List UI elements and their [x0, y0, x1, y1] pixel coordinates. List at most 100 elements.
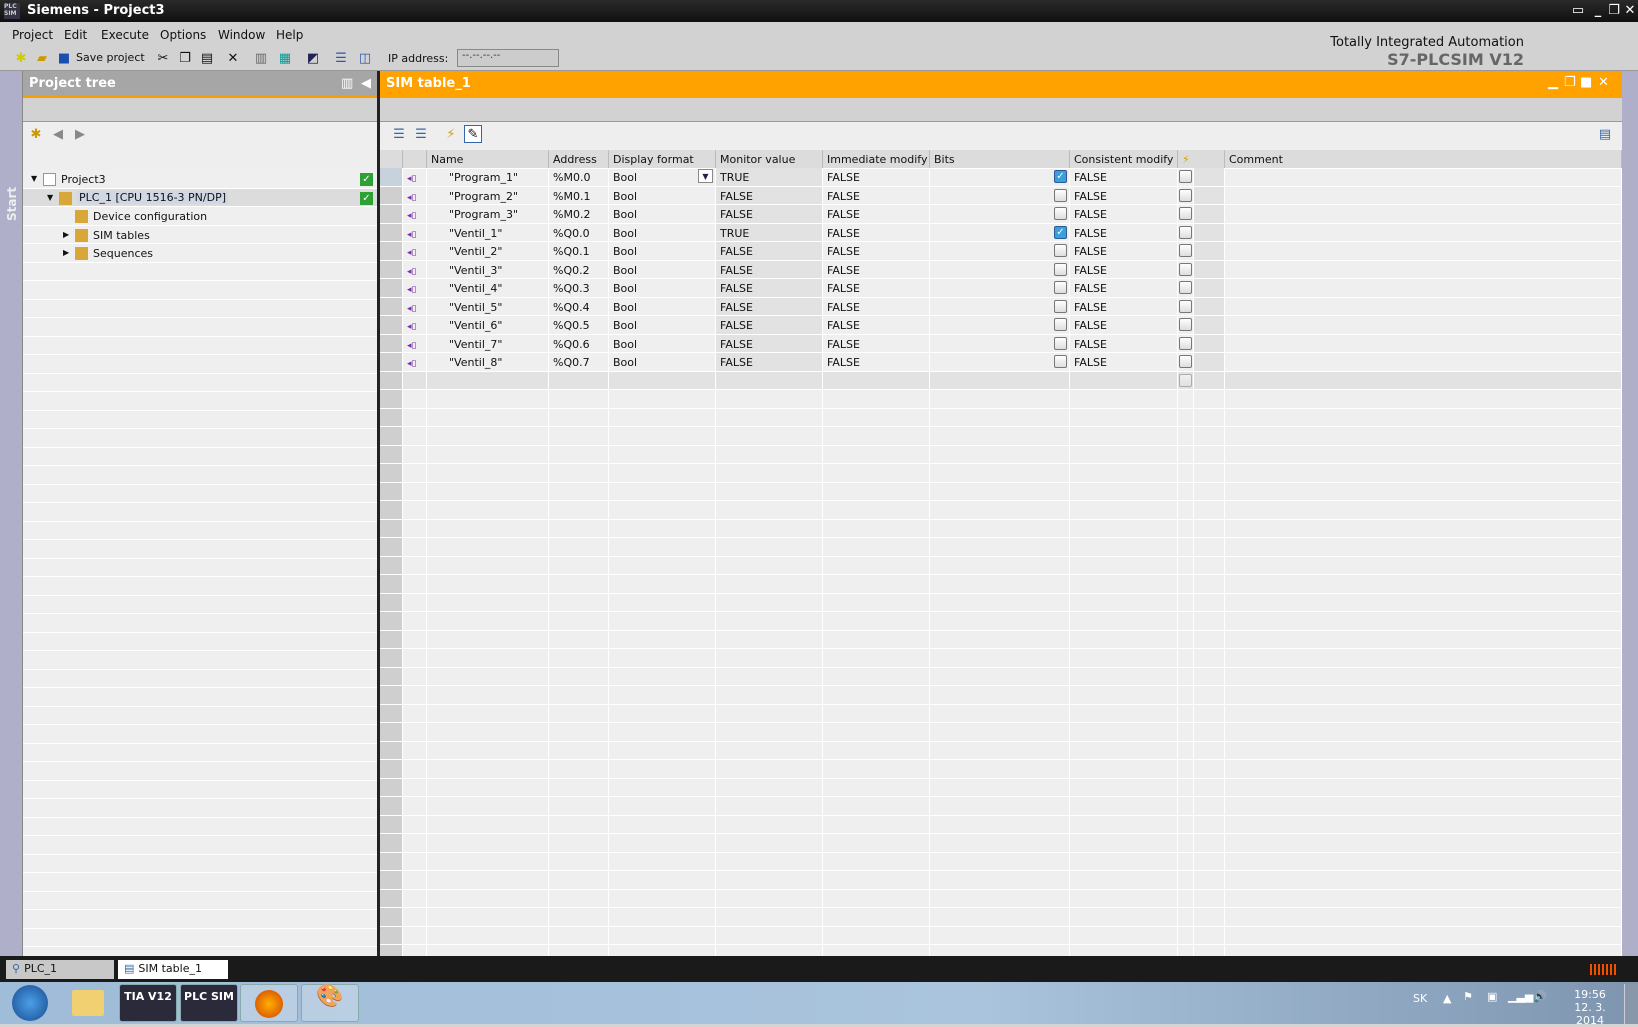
row-header[interactable] — [380, 168, 403, 186]
tree-item[interactable]: ▶ SIM tables — [23, 225, 377, 244]
row-header[interactable] — [380, 704, 403, 722]
consistent-value[interactable]: FALSE — [1074, 227, 1107, 240]
immediate-value[interactable]: FALSE — [827, 227, 860, 240]
editor-maximize-icon[interactable]: ■ — [1580, 75, 1592, 90]
editor-float-icon[interactable]: ❐ — [1564, 75, 1576, 90]
column-header-comment[interactable]: Comment — [1225, 150, 1622, 168]
menu-project[interactable]: Project — [12, 28, 53, 42]
bit-checkbox[interactable] — [1054, 244, 1067, 257]
bit-checkbox[interactable] — [1054, 299, 1067, 313]
explorer-icon[interactable] — [72, 990, 104, 1016]
table-row[interactable]: ◂▯ "Ventil_3" %Q0.2 Bool FALSE FALSE FALSE — [380, 260, 1622, 279]
trigger-checkbox[interactable] — [1179, 225, 1192, 239]
expand-toggle-icon[interactable]: ▼ — [31, 174, 37, 183]
table-row[interactable]: ◂▯ "Ventil_6" %Q0.5 Bool FALSE FALSE FALSE — [380, 316, 1622, 335]
row-header[interactable] — [380, 538, 403, 556]
row-header[interactable] — [380, 279, 403, 297]
bit-checkbox[interactable] — [1054, 318, 1067, 331]
add-row-icon[interactable]: ☰ — [390, 126, 408, 144]
cut-icon[interactable]: ✂ — [154, 50, 172, 68]
column-header-consistent-modify[interactable]: Consistent modify — [1070, 150, 1178, 168]
split-editor-icon[interactable]: ▥ — [252, 50, 270, 68]
go-online-icon[interactable]: ◩ — [304, 50, 322, 68]
ip-address-field[interactable]: --.--.--.-- — [457, 49, 559, 67]
menu-edit[interactable]: Edit — [64, 28, 87, 42]
enable-peripheral-modify-icon[interactable]: ✎ — [464, 125, 482, 143]
editor-minimize-icon[interactable]: ▁ — [1548, 75, 1558, 90]
menu-execute[interactable]: Execute — [101, 28, 149, 42]
row-header[interactable] — [380, 519, 403, 537]
trigger-checkbox[interactable] — [1179, 318, 1192, 331]
delete-icon[interactable]: ✕ — [224, 50, 242, 68]
row-header[interactable] — [380, 741, 403, 759]
bit-checkbox[interactable] — [1054, 336, 1067, 350]
row-header[interactable] — [380, 667, 403, 685]
tree-item[interactable]: ▼ Project3 ✓ — [23, 170, 377, 189]
collapse-panel-icon[interactable]: ◀ — [361, 76, 371, 91]
consistent-value[interactable]: FALSE — [1074, 282, 1107, 295]
trigger-checkbox[interactable] — [1179, 188, 1192, 202]
row-header[interactable] — [380, 427, 403, 445]
consistent-value[interactable]: FALSE — [1074, 356, 1107, 369]
paste-icon[interactable]: ▤ — [198, 50, 216, 68]
trigger-checkbox[interactable] — [1179, 299, 1192, 313]
row-header[interactable] — [380, 852, 403, 870]
row-header[interactable] — [380, 223, 403, 241]
editor-tab-sim-table-1[interactable]: ▤ SIM table_1 — [118, 960, 228, 979]
immediate-value[interactable]: FALSE — [827, 282, 860, 295]
row-header[interactable] — [380, 482, 403, 500]
expand-toggle-icon[interactable]: ▶ — [63, 248, 69, 257]
row-header[interactable] — [380, 945, 403, 956]
row-header[interactable] — [380, 612, 403, 630]
monitor-icon[interactable]: ▦ — [276, 50, 294, 68]
row-header[interactable] — [380, 408, 403, 426]
save-project-button[interactable]: Save project — [76, 51, 145, 64]
immediate-value[interactable]: FALSE — [827, 245, 860, 258]
column-header--[interactable]: ⚡ — [1178, 150, 1225, 168]
restore-button[interactable]: ❐ — [1606, 3, 1622, 18]
row-header[interactable] — [380, 797, 403, 815]
tree-item[interactable]: Device configuration — [23, 207, 377, 226]
row-header[interactable] — [380, 575, 403, 593]
column-header[interactable] — [380, 150, 403, 168]
row-header[interactable] — [380, 760, 403, 778]
consistent-value[interactable]: FALSE — [1074, 319, 1107, 332]
row-header[interactable] — [380, 649, 403, 667]
expand-toggle-icon[interactable]: ▶ — [63, 230, 69, 239]
row-header[interactable] — [380, 205, 403, 223]
row-header[interactable] — [380, 593, 403, 611]
table-settings-icon[interactable]: ▤ — [1596, 126, 1614, 144]
immediate-value[interactable]: FALSE — [827, 171, 860, 184]
column-header-immediate-modify[interactable]: Immediate modify — [823, 150, 930, 168]
firefox-icon[interactable] — [240, 984, 298, 1022]
consistent-value[interactable]: FALSE — [1074, 208, 1107, 221]
row-header[interactable] — [380, 445, 403, 463]
copy-icon[interactable]: ❐ — [176, 50, 194, 68]
table-row[interactable]: ◂▯ "Ventil_8" %Q0.7 Bool FALSE FALSE FALSE — [380, 353, 1622, 372]
power-icon[interactable]: ▣ — [1487, 990, 1497, 1003]
row-header[interactable] — [380, 316, 403, 334]
save-icon[interactable]: ■ — [55, 50, 73, 68]
minimize-button[interactable]: _ — [1590, 3, 1606, 18]
column-header-address[interactable]: Address — [549, 150, 609, 168]
back-icon[interactable]: ◀ — [49, 126, 67, 144]
bit-checkbox[interactable]: ✓ — [1054, 170, 1067, 183]
table-row[interactable]: ◂▯ "Ventil_7" %Q0.6 Bool FALSE FALSE FALSE — [380, 334, 1622, 353]
forward-icon[interactable]: ▶ — [71, 126, 89, 144]
taskbar-tia-v12[interactable]: TIA V12 — [119, 984, 177, 1022]
row-header[interactable] — [380, 242, 403, 260]
row-header[interactable] — [380, 556, 403, 574]
row-header[interactable] — [380, 353, 403, 371]
taskbar-plcsim[interactable]: PLC SIM — [180, 984, 238, 1022]
close-button[interactable]: ✕ — [1622, 3, 1638, 18]
column-header-monitor-value[interactable]: Monitor value — [716, 150, 823, 168]
trigger-checkbox[interactable] — [1179, 170, 1192, 183]
consistent-value[interactable]: FALSE — [1074, 245, 1107, 258]
row-header[interactable] — [380, 889, 403, 907]
table-row[interactable]: ◂▯ "Ventil_2" %Q0.1 Bool FALSE FALSE FALSE — [380, 242, 1622, 261]
table-row[interactable]: ◂▯ "Program_1" %M0.0 Bool ▼ TRUE FALSE ✓ FALSE — [380, 168, 1622, 187]
modify-now-icon[interactable]: ⚡ — [442, 126, 460, 144]
start-portal-tab[interactable]: Start — [0, 71, 23, 956]
consistent-value[interactable]: FALSE — [1074, 338, 1107, 351]
row-header[interactable] — [380, 464, 403, 482]
